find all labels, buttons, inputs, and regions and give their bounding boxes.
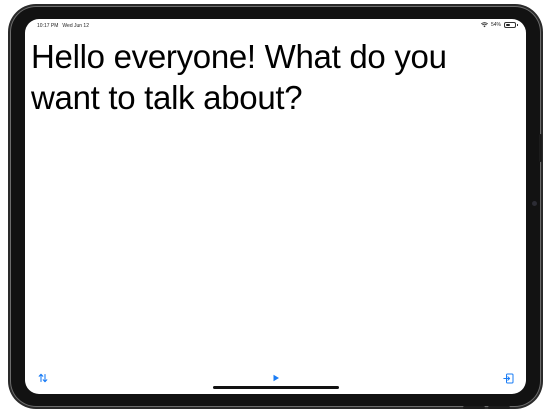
- side-button: [539, 134, 542, 162]
- home-indicator[interactable]: [213, 386, 339, 389]
- message-text: Hello everyone! What do you want to talk…: [31, 38, 447, 116]
- play-button[interactable]: [270, 372, 282, 384]
- screen: 10:17 PM Wed Jun 12 54% Hello everyone! …: [25, 19, 526, 394]
- battery-icon: [504, 22, 518, 28]
- status-bar: 10:17 PM Wed Jun 12 54%: [25, 19, 526, 31]
- wifi-icon: [481, 22, 488, 28]
- battery-fill: [506, 24, 511, 26]
- bottom-toolbar: [25, 367, 526, 394]
- camera: [532, 201, 537, 206]
- status-right: 54%: [481, 22, 518, 28]
- status-date: Wed Jun 12: [62, 23, 89, 29]
- volume-down-button: [488, 406, 510, 409]
- exit-icon: [502, 373, 513, 383]
- exit-button[interactable]: [502, 372, 514, 384]
- swap-vertical-icon[interactable]: [37, 372, 49, 384]
- play-icon: [273, 374, 279, 382]
- status-left: 10:17 PM Wed Jun 12: [37, 23, 89, 29]
- battery-percent: 54%: [490, 22, 501, 28]
- status-time: 10:17 PM: [37, 23, 59, 29]
- volume-up-button: [463, 406, 485, 409]
- swap-vertical-glyph: [38, 373, 48, 383]
